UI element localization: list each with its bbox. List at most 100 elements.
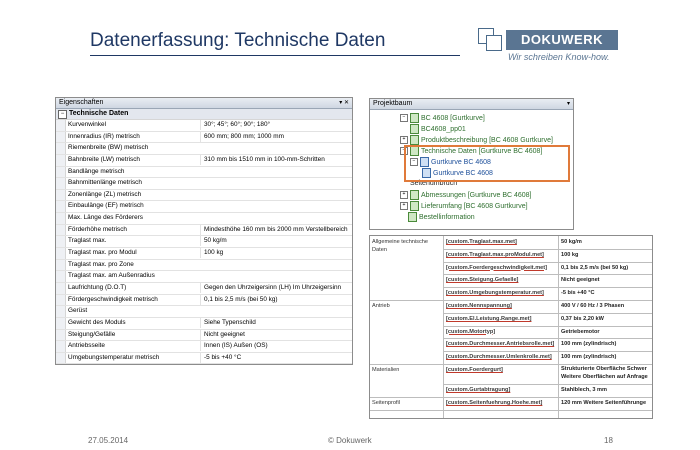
property-row[interactable]: Bandlänge metrisch xyxy=(56,166,352,179)
mapping-field[interactable]: [custom.Traglast.max.met] xyxy=(446,237,556,247)
property-row[interactable]: Gerüst xyxy=(56,306,352,318)
expand-icon[interactable]: + xyxy=(400,202,408,210)
property-row[interactable]: Traglast max. pro Zone xyxy=(56,259,352,272)
title-underline xyxy=(90,55,460,56)
property-name: Gewicht des Moduls xyxy=(68,318,126,326)
collapse-icon[interactable]: − xyxy=(400,114,408,122)
property-value[interactable]: 600 mm; 800 mm; 1000 mm xyxy=(200,131,352,142)
mapping-field[interactable]: [custom.Foerdergurt] xyxy=(446,365,556,375)
footer-page-number: 18 xyxy=(604,436,613,445)
mapping-field[interactable]: [custom.El.Leistung.Range.met] xyxy=(446,314,556,324)
panel-dropdown-close-icon[interactable]: ▾ ✕ xyxy=(339,98,349,108)
property-name: Kurvenwinkel xyxy=(68,121,107,128)
mapping-value: 400 V / 60 Hz / 3 Phasen xyxy=(561,303,625,309)
property-row[interactable]: Traglast max. pro Modul 100 kg xyxy=(56,248,352,260)
topic-icon xyxy=(410,113,419,123)
property-row[interactable]: Traglast max. am Außenradius xyxy=(56,271,352,283)
property-value[interactable]: Mindesthöhe 160 mm bis 2000 mm Verstellb… xyxy=(200,224,352,235)
topic-icon xyxy=(408,212,417,222)
panel-dropdown-icon[interactable]: ▾ xyxy=(567,99,570,109)
property-value[interactable]: 50 kg/m xyxy=(200,236,352,247)
mapping-field[interactable]: [custom.Steigung.Gefaelle] xyxy=(446,275,556,285)
row-gutter xyxy=(56,306,66,317)
property-row[interactable]: Fördergeschwindigkeit metrisch 0,1 bis 2,… xyxy=(56,294,352,307)
collapse-icon[interactable]: − xyxy=(58,110,67,119)
property-value[interactable]: Innen (IS) Außen (OS) xyxy=(200,341,352,352)
mapping-field[interactable]: [custom.Durchmesser.Umlenkrolle.met] xyxy=(446,352,556,362)
property-name: Steigung/Gefälle xyxy=(68,330,116,338)
properties-panel: Eigenschaften ▾ ✕ − Technische Daten Kur… xyxy=(55,97,353,365)
row-gutter xyxy=(56,271,66,282)
property-value[interactable]: 100 kg xyxy=(200,248,352,259)
expand-icon[interactable]: + xyxy=(400,191,408,199)
group-label: Materialien xyxy=(372,367,400,373)
property-name: Antriebsseite xyxy=(68,342,105,350)
row-gutter xyxy=(56,352,66,364)
mapping-field[interactable]: [custom.Gurtabtragung] xyxy=(446,385,556,395)
property-row[interactable]: Antriebsseite Innen (IS) Außen (OS) xyxy=(56,341,352,353)
row-gutter xyxy=(56,213,66,224)
mapping-field[interactable]: [custom.Seitenfuehrung.Hoehe.met] xyxy=(446,398,556,408)
tree-item[interactable]: + Lieferumfang [BC 4608 Gurtkurve] xyxy=(400,201,528,211)
mapping-field[interactable]: [custom.Foerdergeschwindigkeit.met] xyxy=(446,263,556,273)
mapping-value: 0,37 bis 2,20 kW xyxy=(561,315,604,322)
mapping-field[interactable]: [custom.Umgebungstemperatur.met] xyxy=(446,288,556,298)
mapping-field[interactable]: [custom.Motortyp] xyxy=(446,327,556,337)
tree-item[interactable]: + Produktbeschreibung [BC 4608 Gurtkurve] xyxy=(400,135,553,145)
expand-icon[interactable]: + xyxy=(400,136,408,144)
property-row[interactable]: Gewicht des Moduls Siehe Typenschild xyxy=(56,317,352,330)
tree-item[interactable]: BC4608_pp01 xyxy=(410,124,466,134)
topic-icon xyxy=(410,135,419,145)
property-row[interactable]: Bahnmittenlänge metrisch xyxy=(56,178,352,190)
tree-item[interactable]: − BC 4608 [Gurtkurve] xyxy=(400,113,485,123)
property-value[interactable]: 0,1 bis 2,5 m/s (bei 50 kg) xyxy=(200,294,352,305)
mapping-value: 100 mm (zylindrisch) xyxy=(561,341,617,348)
property-value[interactable]: Nicht geeignet xyxy=(200,329,352,340)
tree-item-label: BC 4608 [Gurtkurve] xyxy=(421,114,485,122)
property-row[interactable]: Laufrichtung (D.O.T) Gegen den Uhrzeigers… xyxy=(56,282,352,295)
mapping-group: Allgemeine technische Daten [custom.Tragl… xyxy=(370,236,652,301)
tree-item[interactable]: Bestellinformation xyxy=(408,212,475,222)
property-name: Innenradius (IR) metrisch xyxy=(68,132,140,140)
property-row[interactable]: Einbaulänge (EF) metrisch xyxy=(56,201,352,214)
property-value[interactable]: Gegen den Uhrzeigersinn (LH) Im Uhrzeige… xyxy=(200,282,352,293)
topic-icon xyxy=(410,190,419,200)
tree-item[interactable]: + Abmessungen [Gurtkurve BC 4608] xyxy=(400,190,532,200)
property-name: Einbaulänge (EF) metrisch xyxy=(68,202,144,210)
mapping-group: Materialien [custom.Foerdergurt] Strukturi… xyxy=(370,364,652,399)
property-row[interactable]: Nennspannung 400 V / 60 Hz / 3 Phasen xyxy=(56,364,352,365)
property-row[interactable]: Riemenbreite (BW) metrisch xyxy=(56,143,352,155)
property-value[interactable]: Siehe Typenschild xyxy=(200,317,352,328)
row-gutter xyxy=(56,131,66,143)
group-label: Allgemeine technische Daten xyxy=(372,239,428,253)
property-row[interactable]: Förderhöhe metrisch Mindesthöhe 160 mm bi… xyxy=(56,224,352,237)
tree-selection-highlight xyxy=(404,145,570,182)
mapping-field[interactable]: [custom.Nennspannung] xyxy=(446,301,556,311)
property-row[interactable]: Bahnbreite (LW) metrisch 310 mm bis 1510 … xyxy=(56,154,352,167)
property-row[interactable]: Steigung/Gefälle Nicht geeignet xyxy=(56,329,352,342)
row-gutter xyxy=(56,259,66,271)
property-row[interactable]: Zonenlänge (ZL) metrisch xyxy=(56,189,352,202)
row-gutter xyxy=(56,341,66,352)
property-row[interactable]: Max. Länge des Förderers xyxy=(56,213,352,225)
property-value[interactable]: -5 bis +40 °C xyxy=(200,352,352,363)
property-name: Umgebungstemperatur metrisch xyxy=(68,353,160,361)
property-value[interactable]: 30°; 45°; 60°; 90°; 180° xyxy=(200,120,352,130)
mapping-value: Getriebemotor xyxy=(561,328,600,335)
mapping-field[interactable]: [custom.Durchmesser.Antriebsrolle.met] xyxy=(446,339,556,349)
property-name: Max. Länge des Förderers xyxy=(68,214,143,222)
property-value[interactable]: 310 mm bis 1510 mm in 100-mm-Schritten xyxy=(200,154,352,165)
property-name: Bahnbreite (LW) metrisch xyxy=(68,155,140,163)
mapping-field[interactable]: [custom.Traglast.max.proModul.met] xyxy=(446,250,556,260)
property-value[interactable]: 400 V / 60 Hz / 3 Phasen xyxy=(200,364,353,365)
property-row[interactable]: Traglast max. 50 kg/m xyxy=(56,236,352,249)
row-gutter xyxy=(56,166,66,178)
row-gutter xyxy=(56,282,66,294)
category-label: Technische Daten xyxy=(69,110,129,117)
property-rows: Kurvenwinkel 30°; 45°; 60°; 90°; 180° Inne… xyxy=(56,120,352,365)
category-technische-daten[interactable]: − Technische Daten xyxy=(56,109,352,120)
topic-icon xyxy=(410,201,419,211)
property-row[interactable]: Kurvenwinkel 30°; 45°; 60°; 90°; 180° xyxy=(56,120,352,132)
property-row[interactable]: Umgebungstemperatur metrisch -5 bis +40 °… xyxy=(56,352,352,364)
property-row[interactable]: Innenradius (IR) metrisch 600 mm; 800 mm;… xyxy=(56,131,352,144)
